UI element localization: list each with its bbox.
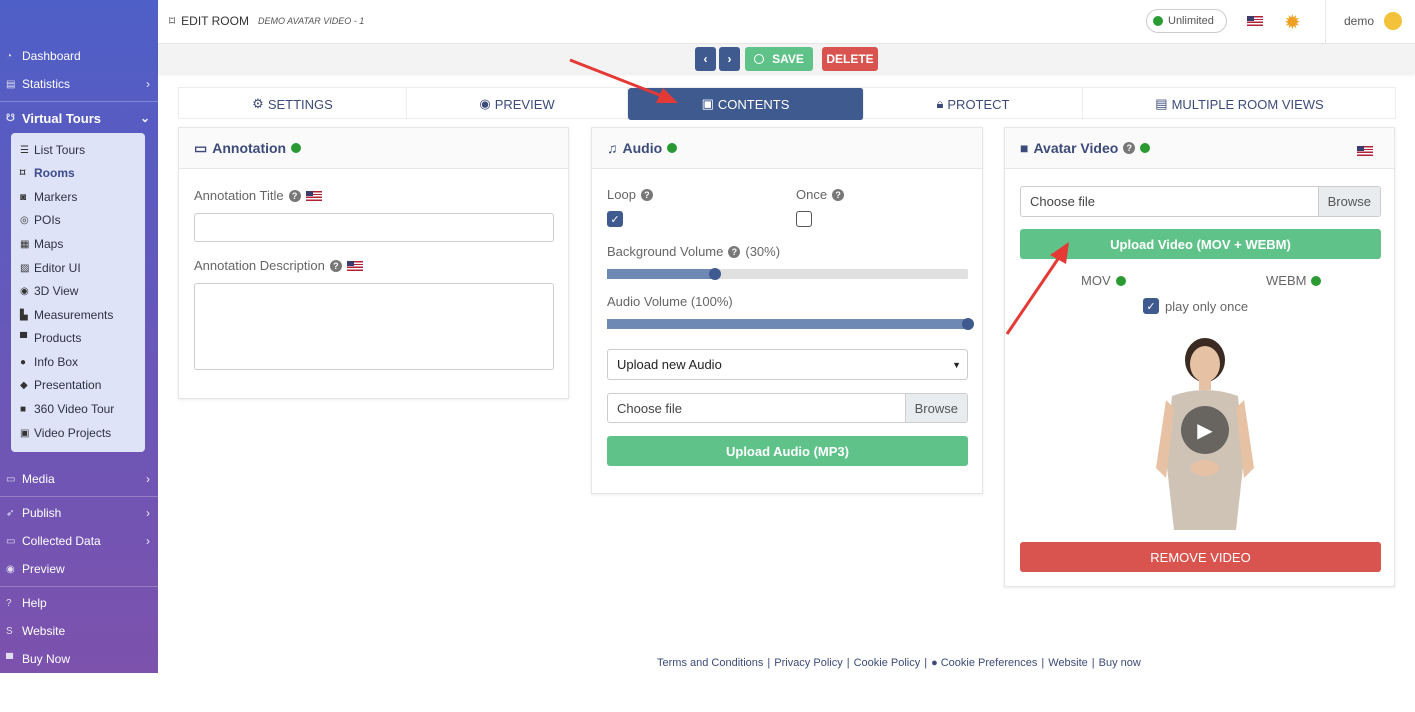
footer-link-website[interactable]: Website xyxy=(1048,657,1088,669)
separator: | xyxy=(767,657,771,669)
separator: | xyxy=(1041,657,1045,669)
cookie-icon: ● xyxy=(931,657,938,669)
separator: | xyxy=(924,657,928,669)
arrow-to-contents-tab xyxy=(569,58,663,98)
separator: | xyxy=(846,657,850,669)
footer-link-cookie-preferences[interactable]: Cookie Preferences xyxy=(941,657,1038,669)
annotation-arrows xyxy=(569,58,1069,335)
footer-link-cookie-policy[interactable]: Cookie Policy xyxy=(854,657,921,669)
arrowhead-icon xyxy=(1050,242,1069,264)
separator: | xyxy=(1091,657,1095,669)
footer: Terms and Conditions | Privacy Policy | … xyxy=(158,653,1415,673)
footer-link-buy-now[interactable]: Buy now xyxy=(1099,657,1141,669)
footer-link-terms[interactable]: Terms and Conditions xyxy=(657,657,763,669)
footer-link-privacy[interactable]: Privacy Policy xyxy=(774,657,842,669)
arrow-to-upload-video xyxy=(1005,255,1062,335)
